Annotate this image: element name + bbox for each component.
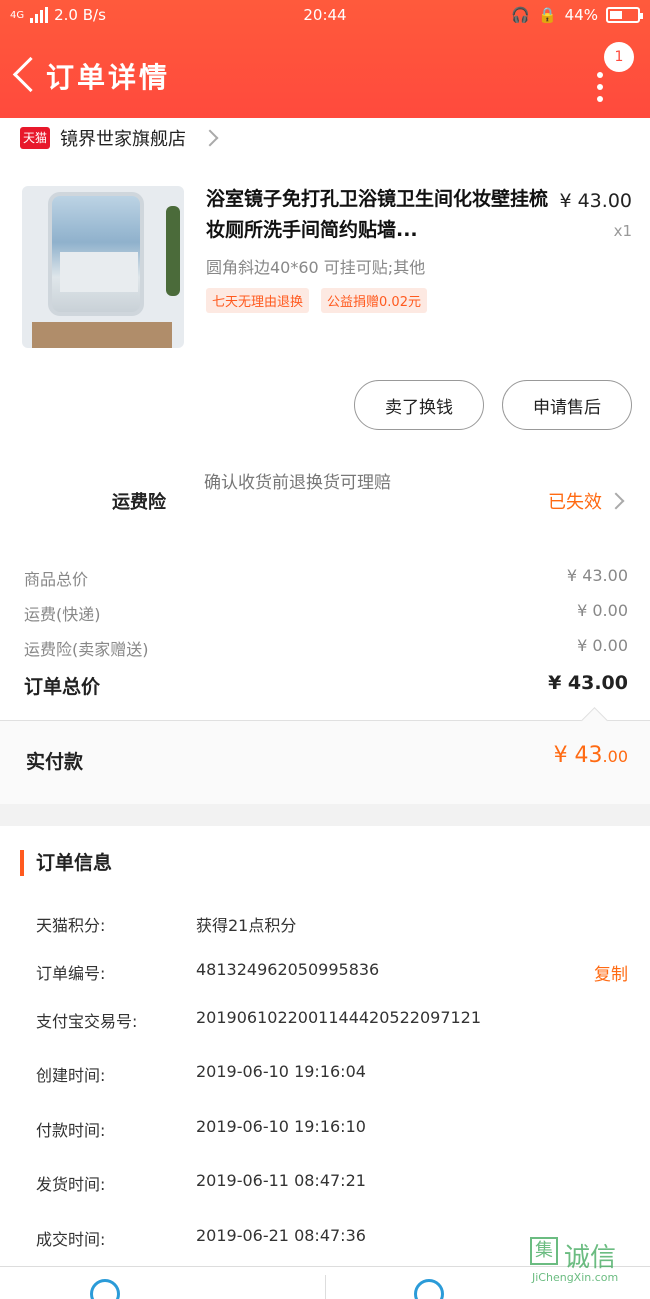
insurance-description: 确认收货前退换货可理赔 [204, 473, 391, 493]
header: 4G 2.0 B/s 20:44 🎧 🔒 44% 订单详情 1 [0, 0, 650, 118]
headphones-icon: 🎧 [511, 6, 530, 24]
more-menu-button[interactable]: 1 [588, 42, 634, 102]
store-link[interactable]: 天猫 镜界世家旗舰店 [20, 122, 219, 154]
more-icon [597, 72, 603, 108]
notification-badge: 1 [604, 42, 634, 72]
tag-seven-day-return: 七天无理由退换 [206, 288, 310, 313]
store-name: 镜界世家旗舰店 [60, 129, 186, 150]
item-actions: 卖了换钱 申请售后 [354, 380, 632, 430]
page-title: 订单详情 [46, 61, 171, 94]
summary-label: 运费险(卖家赠送) [24, 640, 149, 659]
summary-label: 商品总价 [24, 570, 89, 589]
copy-button[interactable]: 复制 [594, 960, 628, 985]
watermark-url: JiChengXin.com [532, 1271, 619, 1284]
tmall-logo-icon: 天猫 [20, 127, 50, 149]
order-total-row: 订单总价 ¥ 43.00 [24, 672, 628, 699]
product-sku: 圆角斜边40*60 可挂可贴;其他 [206, 258, 426, 277]
price-summary: 商品总价 ¥ 43.00 运费(快递) ¥ 0.00 运费险(卖家赠送) ¥ 0… [0, 538, 650, 720]
chevron-right-icon [201, 129, 219, 147]
product-image[interactable] [22, 186, 184, 348]
order-item-card: 天猫 镜界世家旗舰店 浴室镜子免打孔卫浴镜卫生间化妆壁挂梳妆厕所洗手间简约贴墙.… [0, 118, 650, 538]
actual-payment: 实付款 ¥ 43.00 [0, 720, 650, 804]
mirror-picture [48, 192, 144, 316]
chevron-right-icon [607, 492, 625, 510]
battery-percent: 44% [564, 6, 598, 24]
product-tags: 七天无理由退换 公益捐赠0.02元 [206, 288, 427, 313]
contact-seller-icon[interactable] [90, 1279, 120, 1299]
watermark-text: 诚信 [564, 1243, 617, 1273]
order-info-heading: 订单信息 [20, 850, 112, 876]
order-total-label: 订单总价 [24, 676, 101, 698]
tag-charity: 公益捐赠0.02元 [321, 288, 427, 313]
summary-row: 运费险(卖家赠送) ¥ 0.00 [24, 636, 628, 660]
battery-icon [606, 7, 643, 23]
insurance-label: 运费险 [112, 492, 166, 513]
lock-icon: 🔒 [537, 6, 557, 24]
summary-value: ¥ 0.00 [577, 601, 628, 620]
site-watermark: 集 诚信 JiChengXin.com [530, 1237, 642, 1295]
insurance-status[interactable]: 已失效 [548, 488, 625, 514]
resell-button[interactable]: 卖了换钱 [354, 380, 484, 430]
order-info: 订单信息 天猫积分: 获得21点积分 订单编号: 481324962050995… [0, 826, 650, 1266]
product-quantity: x1 [613, 222, 632, 240]
call-seller-icon[interactable] [414, 1279, 444, 1299]
actual-payment-amount: ¥ 43.00 [553, 743, 628, 768]
title-bar: 订单详情 1 [0, 40, 650, 118]
summary-value: ¥ 43.00 [566, 566, 628, 585]
product-price: ¥ 43.00 [559, 190, 632, 212]
actual-payment-label: 实付款 [26, 751, 84, 773]
order-total-value: ¥ 43.00 [548, 672, 628, 694]
summary-value: ¥ 0.00 [577, 636, 628, 655]
product-name[interactable]: 浴室镜子免打孔卫浴镜卫生间化妆壁挂梳妆厕所洗手间简约贴墙... [206, 184, 558, 246]
status-bar: 4G 2.0 B/s 20:44 🎧 🔒 44% [0, 0, 650, 32]
after-sales-button[interactable]: 申请售后 [502, 380, 632, 430]
summary-row: 商品总价 ¥ 43.00 [24, 566, 628, 590]
summary-row: 运费(快递) ¥ 0.00 [24, 601, 628, 625]
insurance-status-text: 已失效 [548, 492, 602, 513]
back-icon[interactable] [10, 56, 40, 96]
watermark-logo-icon: 集 [530, 1237, 558, 1265]
summary-label: 运费(快递) [24, 605, 101, 624]
